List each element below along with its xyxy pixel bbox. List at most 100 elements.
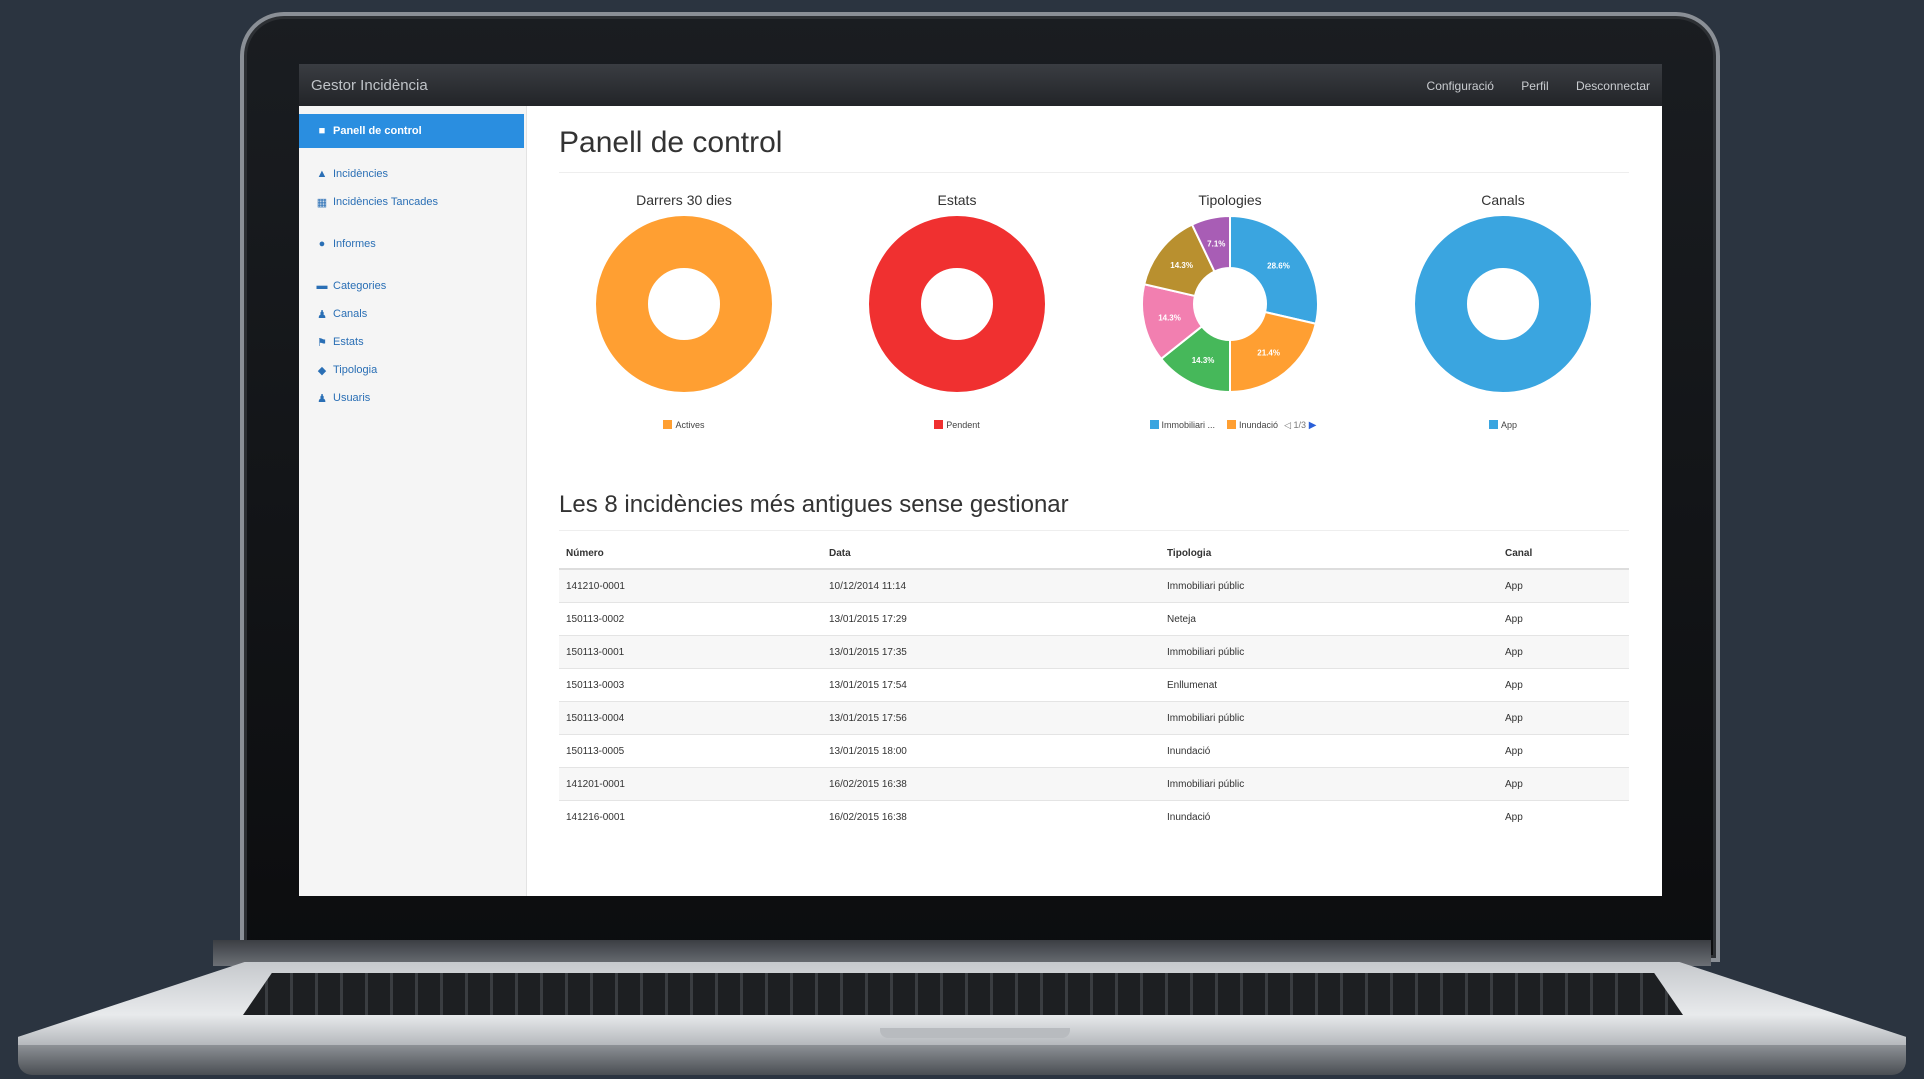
column-header-tipologia[interactable]: Tipologia [1160, 538, 1498, 570]
front-edge [18, 1045, 1906, 1075]
table-header-row: Número Data Tipologia Canal [559, 538, 1629, 570]
sidebar: ■ Panell de control ▲ Incidències ▦ Inci… [299, 106, 527, 896]
sidebar-item-tipologia[interactable]: ◆ Tipologia [299, 360, 526, 380]
column-header-data[interactable]: Data [822, 538, 1160, 570]
table-row[interactable]: 141201-0001 16/02/2015 16:38 Immobiliari p… [559, 767, 1629, 801]
nav-configuracio-link[interactable]: Configuració [1427, 79, 1494, 93]
sidebar-item-informes[interactable]: ● Informes [299, 234, 526, 254]
cell-data: 16/02/2015 16:38 [822, 800, 1160, 833]
legend-swatch [1149, 420, 1159, 429]
sidebar-item-usuaris[interactable]: ♟ Usuaris [299, 388, 526, 408]
cell-numero: 150113-0001 [559, 635, 822, 669]
sidebar-item-panell-de-control[interactable]: ■ Panell de control [299, 114, 524, 148]
table-row[interactable]: 150113-0003 13/01/2015 17:54 Enllumenat App [559, 668, 1629, 702]
cell-canal: App [1498, 767, 1629, 801]
legend-label: Actives [675, 420, 705, 430]
top-nav: Configuració Perfil Desconnectar [1403, 79, 1650, 93]
slice-label: 21.4% [1257, 349, 1280, 358]
slice-label: 28.6% [1267, 261, 1290, 270]
legend-item[interactable]: Actives [663, 420, 705, 430]
app-brand[interactable]: Gestor Incidència [311, 77, 428, 94]
chart-title: Tipologies [1198, 192, 1262, 208]
chart-legend: App [1378, 420, 1628, 430]
cell-canal: App [1498, 701, 1629, 735]
donut-slice[interactable] [596, 216, 772, 392]
app-screen: Gestor Incidència Configuració Perfil De… [299, 64, 1662, 896]
legend-label: Inundació [1239, 420, 1279, 430]
chart-title: Canals [1481, 192, 1525, 208]
slice-label: 14.3% [1170, 261, 1193, 270]
legend-prev-icon[interactable]: ◁ [1284, 420, 1293, 430]
legend-item[interactable]: Immobiliari ... [1149, 420, 1216, 430]
donut-chart: 28.6% 21.4% 14.3% 14.3% 14.3% 7.1% [1141, 214, 1319, 394]
cell-numero: 150113-0003 [559, 668, 822, 702]
legend-item[interactable]: Pendent [934, 420, 980, 430]
dashboard-icon: ■ [318, 125, 326, 137]
user-icon: ♟ [317, 392, 327, 405]
cell-numero: 141201-0001 [559, 767, 822, 801]
legend-swatch [934, 420, 944, 429]
main-content: Panell de control Darrers 30 dies Active… [559, 106, 1629, 896]
cell-tipologia: Immobiliari públic [1160, 568, 1498, 603]
cell-tipologia: Immobiliari públic [1160, 635, 1498, 669]
cell-canal: App [1498, 800, 1629, 833]
cell-data: 13/01/2015 17:35 [822, 635, 1160, 669]
sidebar-item-label: Canals [333, 308, 368, 320]
nav-perfil-link[interactable]: Perfil [1521, 79, 1548, 93]
chart-tipologies: Tipologies 28.6% 21.4% 14.3% 14.3% 14.3% 7.1%… [1105, 192, 1355, 452]
folder-icon: ▬ [316, 280, 328, 292]
donut-slice[interactable] [1415, 216, 1591, 392]
legend-swatch [1488, 420, 1498, 429]
sidebar-item-estats[interactable]: ⚑ Estats [299, 332, 526, 352]
slice-label: 14.3% [1192, 356, 1215, 365]
keyboard [243, 973, 1683, 1015]
legend-item[interactable]: App [1488, 420, 1517, 430]
chart-title: Darrers 30 dies [636, 192, 732, 208]
column-header-numero[interactable]: Número [559, 538, 822, 570]
table-row[interactable]: 141216-0001 16/02/2015 16:38 Inundació App [559, 800, 1629, 833]
sidebar-item-incidencies[interactable]: ▲ Incidències [299, 164, 526, 184]
table-row[interactable]: 150113-0004 13/01/2015 17:56 Immobiliari p… [559, 701, 1629, 735]
donut-chart [1415, 216, 1591, 392]
chart-estats: Estats Pendent [832, 192, 1082, 452]
cell-canal: App [1498, 668, 1629, 702]
cell-data: 16/02/2015 16:38 [822, 767, 1160, 801]
chart-darrers-30-dies: Darrers 30 dies Actives [559, 192, 809, 452]
cell-canal: App [1498, 602, 1629, 636]
cell-canal: App [1498, 568, 1629, 603]
opening-notch [880, 1028, 1070, 1038]
table-row[interactable]: 150113-0001 13/01/2015 17:35 Immobiliari p… [559, 635, 1629, 669]
cell-data: 13/01/2015 18:00 [822, 734, 1160, 768]
globe-icon: ● [318, 238, 326, 250]
donut-slice[interactable] [869, 216, 1045, 392]
table-row[interactable]: 150113-0002 13/01/2015 17:29 Neteja App [559, 602, 1629, 636]
sidebar-item-incidencies-tancades[interactable]: ▦ Incidències Tancades [299, 192, 526, 212]
column-header-canal[interactable]: Canal [1498, 538, 1629, 570]
cell-data: 13/01/2015 17:56 [822, 701, 1160, 735]
flag-icon: ⚑ [317, 336, 327, 349]
legend-item[interactable]: Inundació [1227, 420, 1278, 430]
table-row[interactable]: 150113-0005 13/01/2015 18:00 Inundació App [559, 734, 1629, 768]
sidebar-item-canals[interactable]: ♟ Canals [299, 304, 526, 324]
legend-pager: 1/3 [1293, 420, 1307, 430]
sidebar-item-label: Panell de control [333, 125, 422, 137]
laptop-base [18, 940, 1906, 1079]
legend-label: App [1500, 420, 1517, 430]
top-navbar: Gestor Incidència Configuració Perfil De… [299, 64, 1662, 106]
cell-tipologia: Inundació [1160, 734, 1498, 768]
cell-numero: 150113-0004 [559, 701, 822, 735]
legend-next-icon[interactable]: ▶ [1306, 420, 1317, 431]
legend-swatch [1227, 420, 1237, 429]
chart-canals: Canals App [1378, 192, 1628, 452]
cell-data: 10/12/2014 11:14 [822, 568, 1160, 603]
chart-legend: Immobiliari ... Inundació ◁ 1/3 ▶ [1105, 420, 1355, 431]
sidebar-item-categories[interactable]: ▬ Categories [299, 276, 526, 296]
table-row[interactable]: 141210-0001 10/12/2014 11:14 Immobiliari p… [559, 568, 1629, 603]
sidebar-item-label: Tipologia [333, 364, 378, 376]
donut-chart [596, 216, 772, 392]
legend-swatch [663, 420, 673, 429]
nav-desconnectar-link[interactable]: Desconnectar [1576, 79, 1650, 93]
legend-label: Immobiliari ... [1161, 420, 1216, 430]
section-title: Les 8 incidències més antigues sense ges… [559, 491, 1069, 518]
cell-data: 13/01/2015 17:29 [822, 602, 1160, 636]
